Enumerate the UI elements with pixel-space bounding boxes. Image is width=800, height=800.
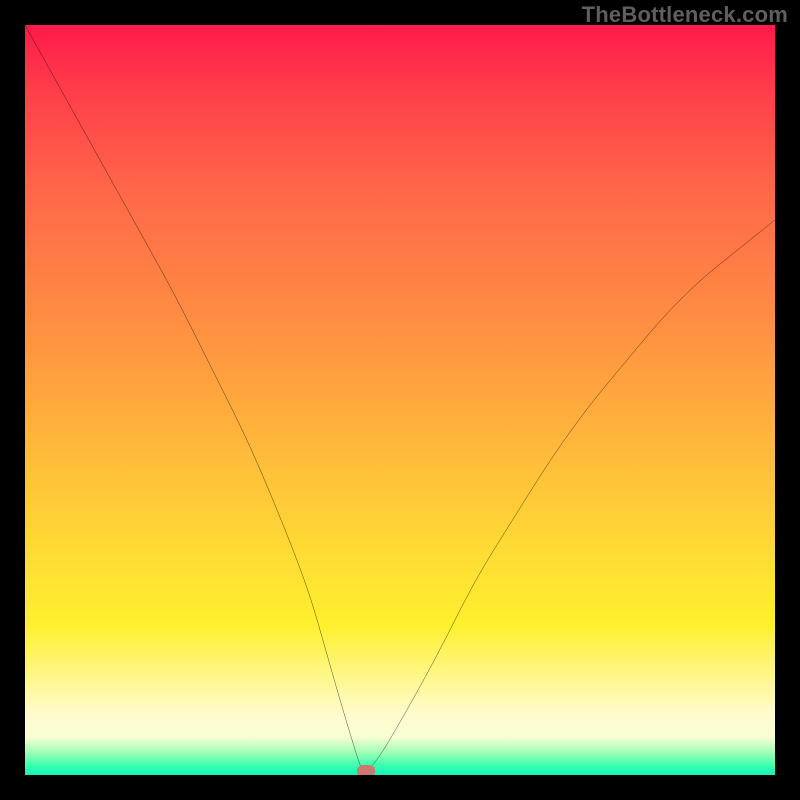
watermark-text: TheBottleneck.com [582, 2, 788, 28]
plot-area [25, 25, 775, 775]
chart-frame: TheBottleneck.com [0, 0, 800, 800]
optimal-point-marker [357, 765, 375, 775]
heat-gradient [25, 25, 775, 775]
